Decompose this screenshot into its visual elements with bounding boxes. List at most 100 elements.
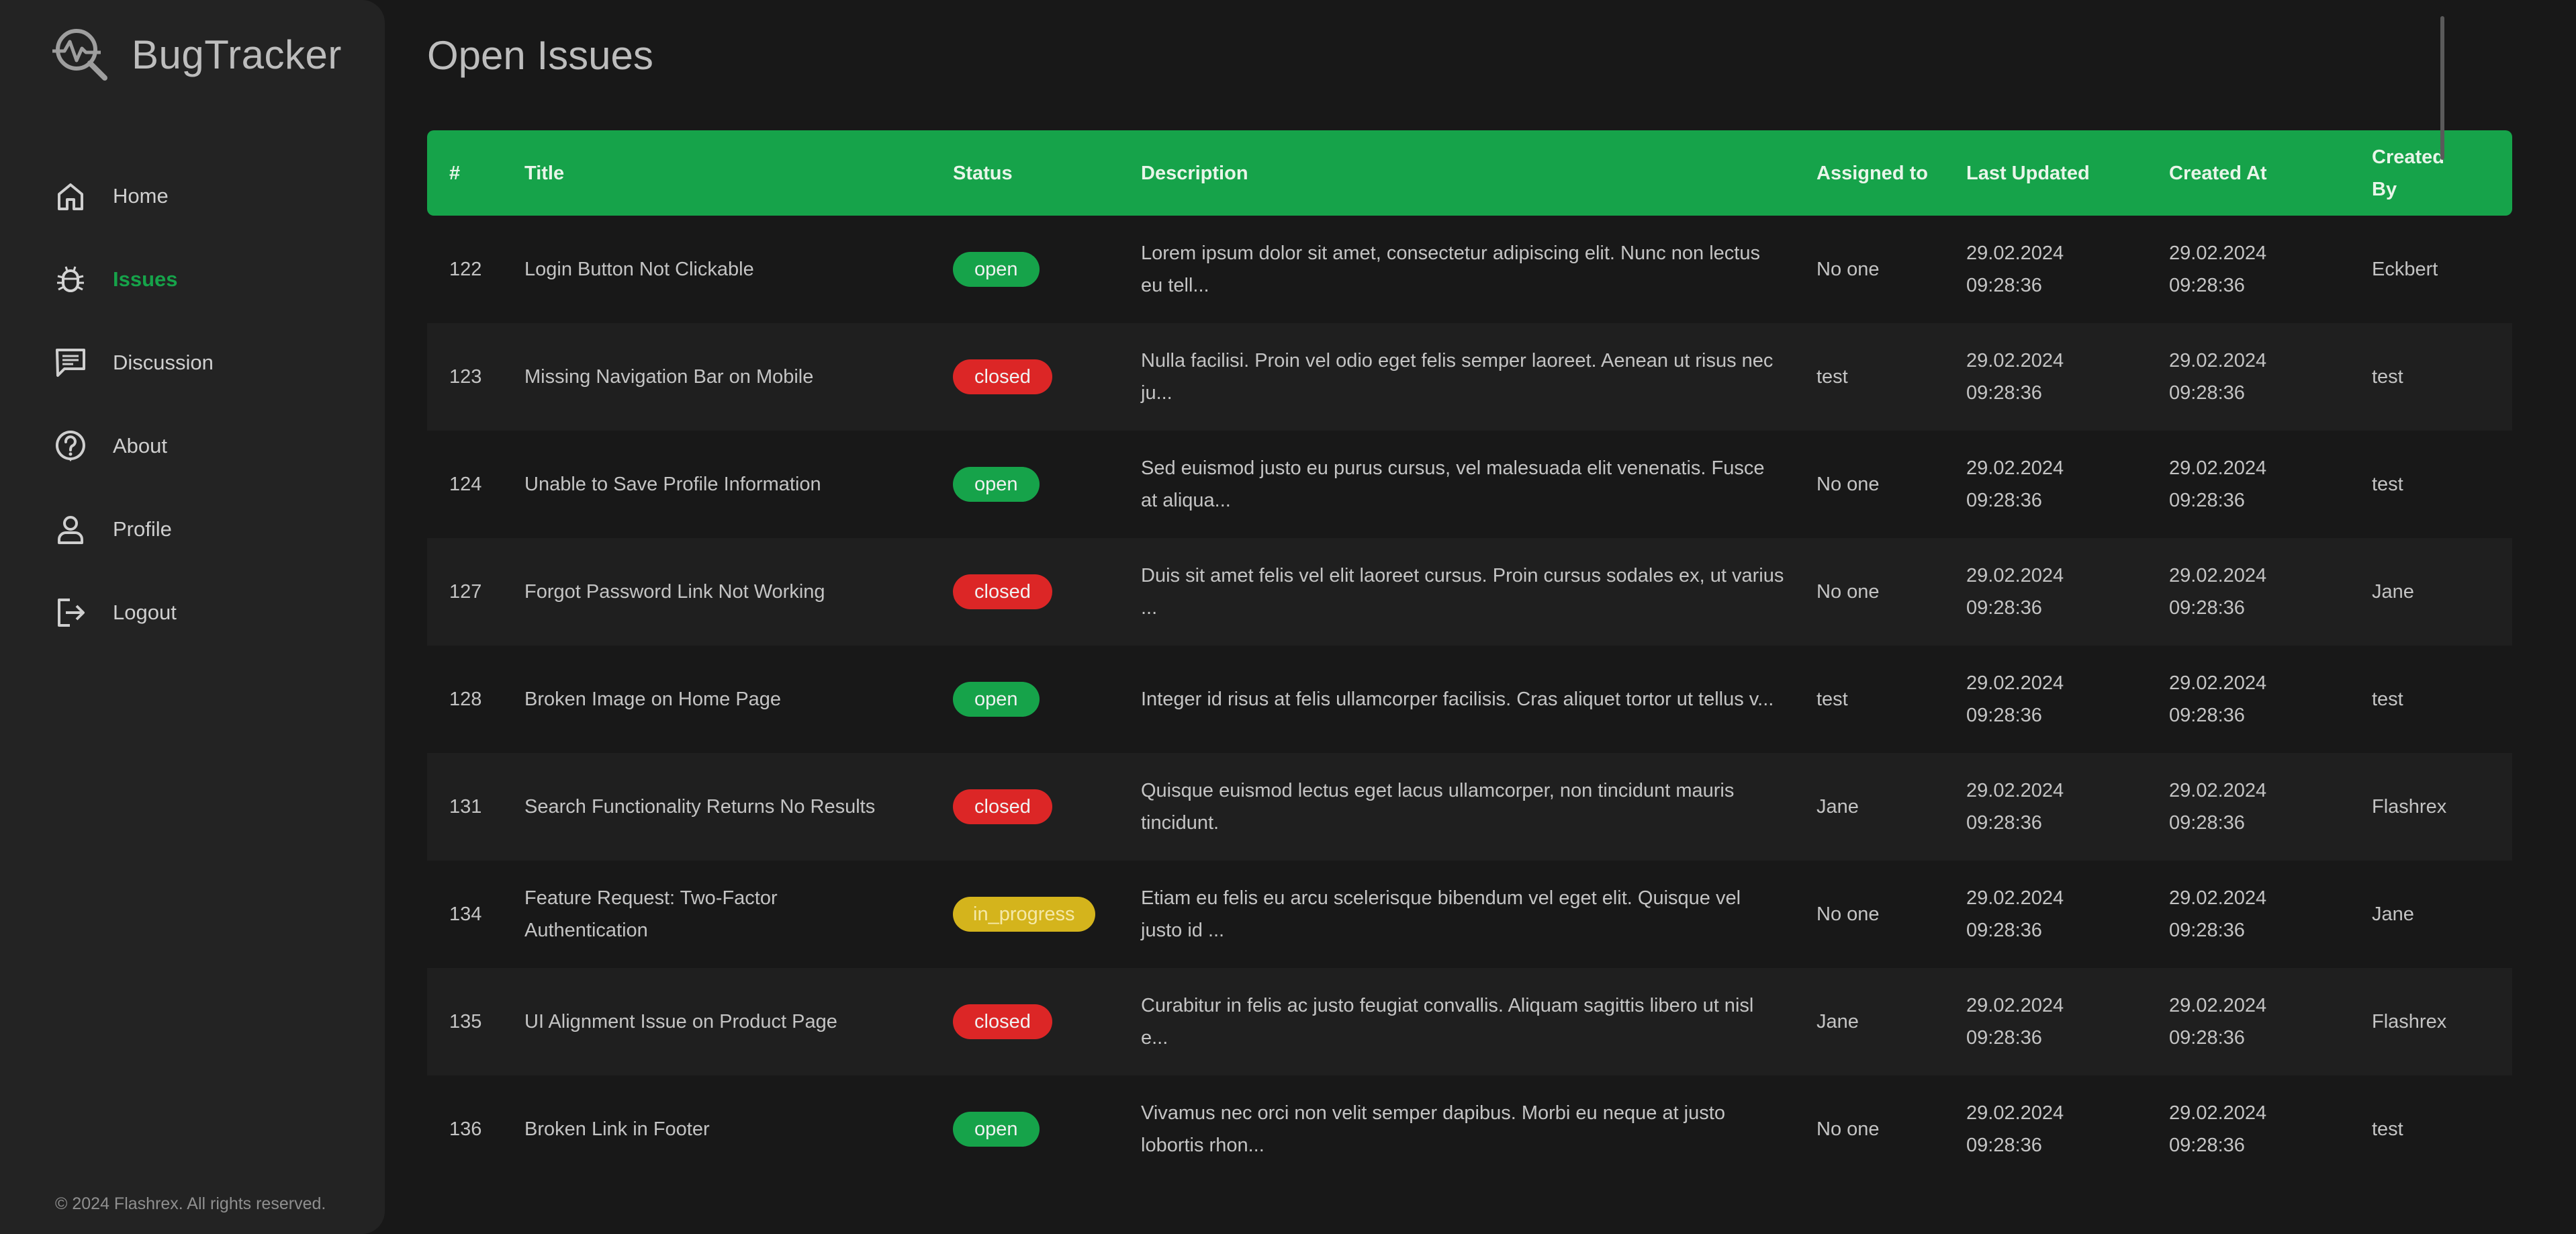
brand[interactable]: BugTracker: [51, 24, 342, 85]
table-row[interactable]: 128 Broken Image on Home Page open Integer …: [427, 646, 2512, 753]
sidebar-item-discussion[interactable]: Discussion: [0, 321, 385, 404]
issue-created-at-text: 29.02.2024 09:28:36: [2169, 887, 2267, 941]
issue-created-at: 29.02.2024 09:28:36: [2169, 538, 2372, 646]
issue-title-text: UI Alignment Issue on Product Page: [524, 1011, 837, 1032]
issue-id: 123: [449, 366, 482, 388]
column-header-assigned-label: Assigned to: [1816, 162, 1928, 184]
issue-description: Curabitur in felis ac justo feugiat conv…: [1141, 968, 1816, 1075]
issue-description: Lorem ipsum dolor sit amet, consectetur …: [1141, 216, 1816, 323]
issue-last-updated: 29.02.2024 09:28:36: [1966, 538, 2169, 646]
issue-title[interactable]: Search Functionality Returns No Results: [524, 753, 953, 861]
issue-title[interactable]: Forgot Password Link Not Working: [524, 538, 953, 646]
column-header-title[interactable]: Title: [524, 130, 953, 216]
issue-last-updated: 29.02.2024 09:28:36: [1966, 216, 2169, 323]
issue-description-text: Sed euismod justo eu purus cursus, vel m…: [1141, 457, 1765, 511]
sidebar-item-logout[interactable]: Logout: [0, 571, 385, 654]
issue-description-text: Etiam eu felis eu arcu scelerisque biben…: [1141, 887, 1741, 941]
issue-description-text: Integer id risus at felis ullamcorper fa…: [1141, 689, 1774, 710]
status-badge: open: [953, 1112, 1040, 1147]
sidebar-item-label: Profile: [113, 517, 172, 541]
issue-created-at: 29.02.2024 09:28:36: [2169, 431, 2372, 538]
issue-title[interactable]: Broken Link in Footer: [524, 1075, 953, 1183]
issue-title[interactable]: UI Alignment Issue on Product Page: [524, 968, 953, 1075]
issue-last-updated-text: 29.02.2024 09:28:36: [1966, 995, 2064, 1049]
sidebar-nav: Home Issues Discussion About Profile Log…: [0, 155, 385, 654]
issue-last-updated-text: 29.02.2024 09:28:36: [1966, 780, 2064, 834]
sidebar-item-issues[interactable]: Issues: [0, 238, 385, 321]
table-row[interactable]: 123 Missing Navigation Bar on Mobile close…: [427, 323, 2512, 431]
issue-last-updated-text: 29.02.2024 09:28:36: [1966, 672, 2064, 726]
sidebar-item-home[interactable]: Home: [0, 155, 385, 238]
column-header-created-at[interactable]: Created At: [2169, 130, 2372, 216]
issue-id: 136: [449, 1118, 482, 1140]
issue-created-by: test: [2372, 366, 2403, 388]
issue-title[interactable]: Broken Image on Home Page: [524, 646, 953, 753]
issue-created-by: Flashrex: [2372, 1011, 2447, 1032]
app-root: BugTracker Home Issues Discussion About …: [0, 0, 2576, 1234]
issue-description-text: Duis sit amet felis vel elit laoreet cur…: [1141, 565, 1784, 619]
sidebar-item-about[interactable]: About: [0, 404, 385, 488]
issue-description-text: Quisque euismod lectus eget lacus ullamc…: [1141, 780, 1735, 834]
column-header-assigned[interactable]: Assigned to: [1816, 130, 1966, 216]
issue-assigned: No one: [1816, 581, 1880, 603]
issue-created-by: Eckbert: [2372, 259, 2438, 280]
table-row[interactable]: 135 UI Alignment Issue on Product Page clo…: [427, 968, 2512, 1075]
table-row[interactable]: 122 Login Button Not Clickable open Lorem i…: [427, 216, 2512, 323]
status-badge: closed: [953, 789, 1052, 824]
issue-status: closed: [953, 968, 1141, 1075]
column-header-id[interactable]: #: [427, 130, 524, 216]
vertical-scrollbar[interactable]: [2440, 16, 2444, 160]
issue-created-at-text: 29.02.2024 09:28:36: [2169, 672, 2267, 726]
issue-status: closed: [953, 323, 1141, 431]
issue-last-updated: 29.02.2024 09:28:36: [1966, 431, 2169, 538]
issue-created-at-text: 29.02.2024 09:28:36: [2169, 1102, 2267, 1156]
issue-id: 122: [449, 259, 482, 280]
issue-title-text: Forgot Password Link Not Working: [524, 581, 825, 603]
issue-created-at: 29.02.2024 09:28:36: [2169, 216, 2372, 323]
issue-description: Vivamus nec orci non velit semper dapibu…: [1141, 1075, 1816, 1183]
issue-last-updated: 29.02.2024 09:28:36: [1966, 323, 2169, 431]
issue-created-at: 29.02.2024 09:28:36: [2169, 968, 2372, 1075]
sidebar-item-label: Discussion: [113, 351, 214, 374]
column-header-description[interactable]: Description: [1141, 130, 1816, 216]
issue-title[interactable]: Feature Request: Two-Factor Authenticati…: [524, 861, 953, 968]
sidebar-item-label: Logout: [113, 601, 177, 624]
table-row[interactable]: 136 Broken Link in Footer open Vivamus nec …: [427, 1075, 2512, 1183]
issue-description-text: Curabitur in felis ac justo feugiat conv…: [1141, 995, 1754, 1049]
sidebar-item-label: About: [113, 434, 168, 457]
column-header-status[interactable]: Status: [953, 130, 1141, 216]
issue-assigned: No one: [1816, 474, 1880, 495]
issue-assigned: No one: [1816, 1118, 1880, 1140]
issue-title[interactable]: Unable to Save Profile Information: [524, 431, 953, 538]
issue-created-by: Flashrex: [2372, 796, 2447, 818]
sidebar-item-profile[interactable]: Profile: [0, 488, 385, 571]
issue-created-at: 29.02.2024 09:28:36: [2169, 753, 2372, 861]
table-row[interactable]: 124 Unable to Save Profile Information ope…: [427, 431, 2512, 538]
table-row[interactable]: 131 Search Functionality Returns No Resul…: [427, 753, 2512, 861]
issue-id: 134: [449, 904, 482, 925]
issues-table: # Title Status Description Assigned to L…: [427, 130, 2512, 1183]
issue-created-at-text: 29.02.2024 09:28:36: [2169, 780, 2267, 834]
issue-id: 127: [449, 581, 482, 603]
user-icon: [51, 510, 90, 549]
column-header-last-updated[interactable]: Last Updated: [1966, 130, 2169, 216]
table-row[interactable]: 127 Forgot Password Link Not Working close…: [427, 538, 2512, 646]
issue-title-text: Missing Navigation Bar on Mobile: [524, 366, 814, 388]
sidebar-item-label: Home: [113, 184, 169, 208]
issue-created-at-text: 29.02.2024 09:28:36: [2169, 995, 2267, 1049]
issue-last-updated: 29.02.2024 09:28:36: [1966, 646, 2169, 753]
table-row[interactable]: 134 Feature Request: Two-Factor Authentic…: [427, 861, 2512, 968]
issue-title[interactable]: Login Button Not Clickable: [524, 216, 953, 323]
issue-description: Integer id risus at felis ullamcorper fa…: [1141, 646, 1816, 753]
issue-description: Sed euismod justo eu purus cursus, vel m…: [1141, 431, 1816, 538]
home-icon: [51, 177, 90, 216]
logout-icon: [51, 593, 90, 632]
issue-title[interactable]: Missing Navigation Bar on Mobile: [524, 323, 953, 431]
issue-title-text: Broken Link in Footer: [524, 1118, 710, 1140]
issue-assigned: Jane: [1816, 1011, 1859, 1032]
status-badge: in_progress: [953, 897, 1095, 932]
bug-icon: [51, 260, 90, 299]
copyright-footer: © 2024 Flashrex. All rights reserved.: [55, 1194, 326, 1213]
issue-description: Nulla facilisi. Proin vel odio eget feli…: [1141, 323, 1816, 431]
issue-title-text: Unable to Save Profile Information: [524, 474, 821, 495]
